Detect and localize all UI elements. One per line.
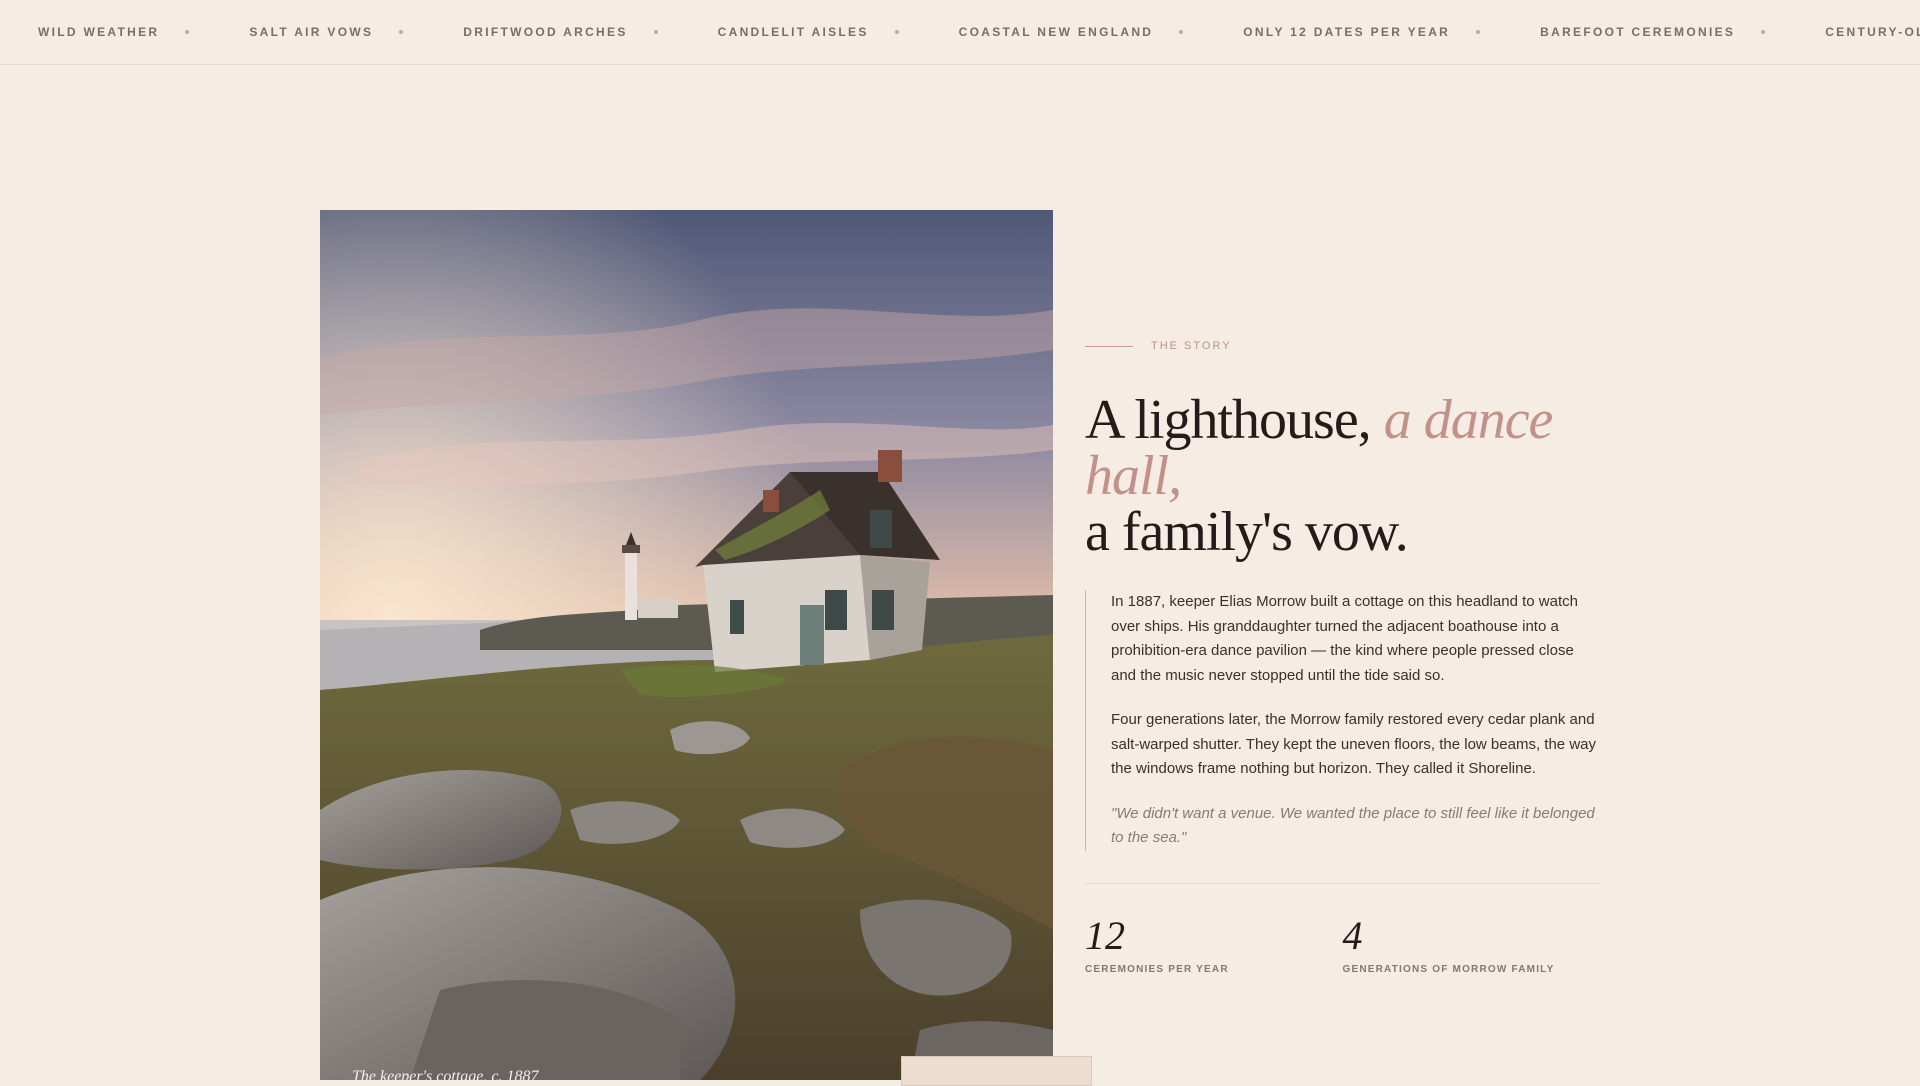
marquee-item: CENTURY-OLD SHORE (1825, 25, 1920, 39)
dot-separator-icon (1476, 30, 1481, 34)
headline-part1: A lighthouse, (1085, 389, 1384, 451)
dot-separator-icon (399, 30, 404, 34)
marquee-track: WILD WEATHER SALT AIR VOWS DRIFTWOOD ARC… (0, 25, 1920, 39)
story-paragraph: In 1887, keeper Elias Morrow built a cot… (1111, 593, 1578, 684)
dot-separator-icon (653, 30, 658, 34)
cottage-landscape-image (320, 210, 1053, 1080)
stat-number: 4 (1342, 912, 1363, 958)
story-paragraph: Four generations later, the Morrow famil… (1111, 711, 1596, 777)
stats-row: 12 CEREMONIES PER YEAR 4 GENERATIONS OF … (1085, 912, 1601, 975)
marquee-item: CANDLELIT AISLES (718, 25, 959, 39)
eyebrow: THE STORY (1085, 340, 1600, 352)
dot-separator-icon (1761, 30, 1766, 34)
photo-caption: The keeper's cottage, c. 1887 (352, 1068, 539, 1085)
stat-generations: 4 GENERATIONS OF MORROW FAMILY (1342, 912, 1601, 975)
dot-separator-icon (1179, 30, 1184, 34)
dot-separator-icon (185, 30, 190, 34)
story-body: In 1887, keeper Elias Morrow built a cot… (1085, 590, 1600, 851)
cottage-photo (320, 210, 1053, 1080)
eyebrow-rule (1085, 345, 1133, 347)
marquee-item: ONLY 12 DATES PER YEAR (1243, 25, 1540, 39)
stat-ceremonies: 12 CEREMONIES PER YEAR (1085, 912, 1343, 975)
headline-part2: a family's vow. (1085, 501, 1409, 563)
stats-divider (1085, 882, 1600, 884)
marquee-strip: WILD WEATHER SALT AIR VOWS DRIFTWOOD ARC… (0, 0, 1920, 65)
marquee-item: DRIFTWOOD ARCHES (463, 25, 717, 39)
marquee-item: BAREFOOT CEREMONIES (1540, 25, 1825, 39)
eyebrow-label: THE STORY (1151, 340, 1232, 352)
stat-number: 12 (1085, 912, 1125, 958)
story-section: THE STORY A lighthouse, a dance hall, a … (1085, 340, 1600, 975)
story-headline: A lighthouse, a dance hall, a family's v… (1085, 392, 1600, 560)
marquee-item: COASTAL NEW ENGLAND (959, 25, 1244, 39)
stat-caption: GENERATIONS OF MORROW FAMILY (1342, 963, 1555, 975)
marquee-item: SALT AIR VOWS (249, 25, 463, 39)
photo-tab-block (901, 1056, 1092, 1086)
story-quote: "We didn't want a venue. We wanted the p… (1111, 804, 1595, 847)
stat-caption: CEREMONIES PER YEAR (1085, 963, 1229, 975)
marquee-item: WILD WEATHER (38, 25, 249, 39)
dot-separator-icon (894, 30, 899, 34)
